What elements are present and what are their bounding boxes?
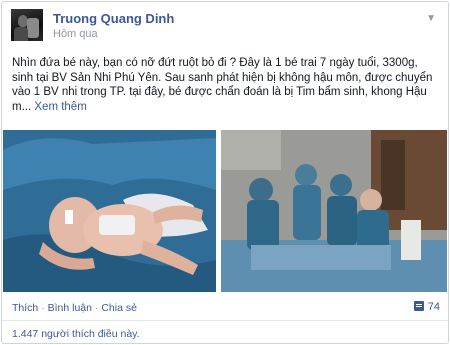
author-avatar[interactable] xyxy=(11,9,43,41)
post-photo-surgery[interactable] xyxy=(221,130,447,292)
divider xyxy=(2,320,448,321)
share-count[interactable]: 74 xyxy=(413,301,440,313)
post-photo-baby[interactable] xyxy=(3,130,216,292)
share-count-value: 74 xyxy=(427,301,440,313)
post-actions: Thích · Bình luận · Chia sẻ xyxy=(12,302,137,314)
post-header: Truong Quang Dinh Hôm qua ▼ xyxy=(11,9,440,45)
likes-summary[interactable]: 1.447 người thích điều này. xyxy=(12,328,140,340)
share-count-icon xyxy=(413,301,424,311)
like-link[interactable]: Thích xyxy=(12,302,38,314)
see-more-link[interactable]: Xem thêm xyxy=(34,101,86,113)
separator: · xyxy=(41,302,45,314)
separator: · xyxy=(94,302,99,314)
share-link[interactable]: Chia sẻ xyxy=(101,302,137,314)
chevron-down-icon[interactable]: ▼ xyxy=(426,13,436,24)
post-text: Nhìn đứa bé này, bạn có nỡ đứt ruột bỏ đ… xyxy=(12,56,440,114)
post-time[interactable]: Hôm qua xyxy=(53,28,98,40)
post-card: Truong Quang Dinh Hôm qua ▼ Nhìn đứa bé … xyxy=(1,1,449,344)
baby-photo-illustration xyxy=(3,130,216,292)
surgery-photo-illustration xyxy=(221,130,447,292)
comment-link[interactable]: Bình luận xyxy=(48,302,92,314)
author-name[interactable]: Truong Quang Dinh xyxy=(53,11,174,26)
